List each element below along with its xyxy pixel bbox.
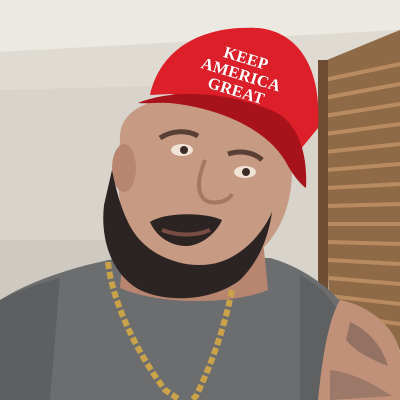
ear (112, 144, 136, 192)
selfie-photo: KEEP AMERICA GREAT (0, 0, 400, 400)
